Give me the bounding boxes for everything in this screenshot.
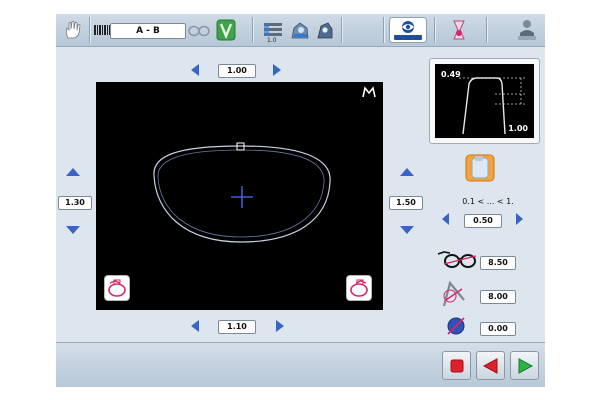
- angle-tool-icon: [440, 280, 470, 308]
- angle-value-field[interactable]: 8.00: [480, 290, 516, 304]
- diameter-icon: [444, 314, 468, 338]
- bevel-type-icon[interactable]: [362, 86, 376, 98]
- hand-icon[interactable]: [62, 19, 84, 41]
- machine-icon[interactable]: [290, 19, 310, 41]
- check-badge-icon[interactable]: [216, 19, 236, 41]
- top-toolbar: A - B 1.0: [56, 14, 545, 47]
- bottom-action-bar: [56, 342, 545, 387]
- graph-top-value: 0.49: [441, 70, 461, 79]
- top-value-field[interactable]: 1.00: [218, 64, 256, 78]
- stop-square-icon: [450, 359, 463, 372]
- right-decrease-button[interactable]: [398, 224, 416, 236]
- range-increase-button[interactable]: [513, 211, 525, 227]
- left-increase-button[interactable]: [64, 166, 82, 178]
- bottom-decrease-button[interactable]: [188, 318, 202, 334]
- essilor-logo-icon: [389, 17, 427, 43]
- hourglass-icon: [452, 19, 466, 41]
- edger-icon[interactable]: [315, 19, 335, 41]
- left-decrease-button[interactable]: [64, 224, 82, 236]
- operator-icon[interactable]: [516, 18, 538, 42]
- lens-shape-canvas: [153, 142, 331, 243]
- back-button[interactable]: [476, 351, 505, 380]
- right-lens-view-icon[interactable]: [346, 275, 372, 301]
- bottom-value-field[interactable]: 1.10: [218, 320, 256, 334]
- app-window: A - B 1.0 1.00 1.30 1.50 1.10 0.49 1.00 …: [56, 14, 545, 387]
- range-decrease-button[interactable]: [439, 211, 451, 227]
- next-arrow-icon: [518, 357, 533, 374]
- lens-inner-contour: [157, 149, 325, 238]
- bevel-profile-panel[interactable]: 0.49 1.00: [429, 58, 540, 144]
- top-decrease-button[interactable]: [188, 62, 202, 78]
- frame-glasses-icon: [436, 248, 478, 270]
- top-increase-button[interactable]: [270, 62, 284, 78]
- diameter-value-field[interactable]: 0.00: [480, 322, 516, 336]
- back-arrow-icon: [482, 357, 497, 374]
- next-button[interactable]: [510, 351, 539, 380]
- range-value-field[interactable]: 0.50: [464, 214, 502, 228]
- record-button[interactable]: [442, 351, 471, 380]
- left-value-field[interactable]: 1.30: [58, 196, 92, 210]
- glasses-icon[interactable]: [188, 22, 210, 38]
- lens-shape-display[interactable]: [96, 82, 383, 310]
- right-increase-button[interactable]: [398, 166, 416, 178]
- barcode-icon[interactable]: [94, 24, 110, 36]
- tray-count-label: 1.0: [267, 37, 277, 44]
- left-lens-view-icon[interactable]: [104, 275, 130, 301]
- graph-bottom-value: 1.00: [508, 124, 528, 133]
- lens-selector-field[interactable]: A - B: [110, 23, 186, 39]
- frame-value-field[interactable]: 8.50: [480, 256, 516, 270]
- bottom-increase-button[interactable]: [273, 318, 287, 334]
- lens-container-icon[interactable]: [465, 154, 495, 182]
- tray-count-icon[interactable]: 1.0: [262, 18, 284, 44]
- bevel-curve: [462, 77, 506, 135]
- bevel-profile-graph: 0.49 1.00: [435, 64, 534, 138]
- range-label: 0.1 < ... < 1.: [462, 197, 514, 206]
- right-value-field[interactable]: 1.50: [389, 196, 423, 210]
